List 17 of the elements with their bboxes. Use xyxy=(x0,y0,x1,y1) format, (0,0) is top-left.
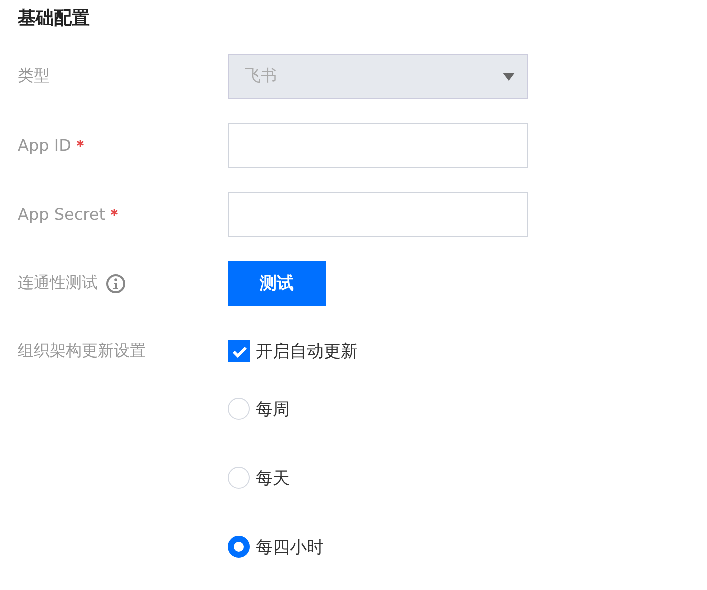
input-field[interactable] xyxy=(228,123,528,168)
field-label: 类型 xyxy=(18,66,50,87)
field-label: 连通性测试 xyxy=(18,273,98,294)
test-button[interactable]: 测试 xyxy=(228,261,326,306)
checkbox[interactable] xyxy=(228,340,250,362)
input-field[interactable] xyxy=(228,192,528,237)
caret-icon xyxy=(503,72,515,80)
field-label: 组织架构更新设置 xyxy=(18,340,146,362)
radio-label: 每四小时 xyxy=(256,536,324,558)
field-label: App ID xyxy=(18,136,72,155)
checkbox-label: 开启自动更新 xyxy=(256,340,358,362)
section-title: 基础配置 xyxy=(18,8,91,30)
radio-label: 每天 xyxy=(256,468,290,490)
radio-button[interactable] xyxy=(228,536,250,558)
radio-label: 每周 xyxy=(256,398,290,420)
field-label: App Secret xyxy=(18,205,106,224)
info-icon[interactable] xyxy=(106,274,126,294)
